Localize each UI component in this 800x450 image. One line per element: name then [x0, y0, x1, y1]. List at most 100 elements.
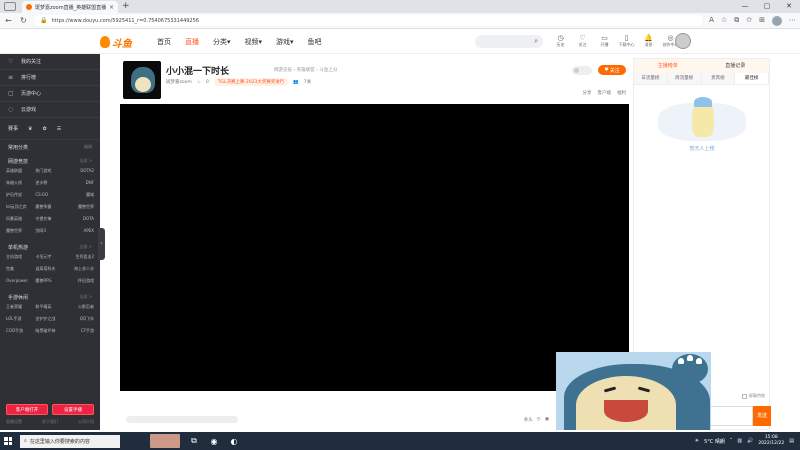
- mobile-stream-button[interactable]: 设置手播: [52, 404, 94, 415]
- sidebar-item-webgames[interactable]: ▢ 页游中心: [0, 86, 100, 102]
- benefit-button[interactable]: 福利: [617, 90, 626, 96]
- minimize-button[interactable]: —: [734, 0, 756, 13]
- edit-link[interactable]: 编辑: [84, 144, 92, 150]
- tray-expand-icon[interactable]: ˄: [730, 438, 733, 444]
- category-link[interactable]: 魔域: [65, 192, 94, 198]
- category-link[interactable]: COD手游: [6, 328, 35, 334]
- read-aloud-icon[interactable]: A: [709, 16, 714, 26]
- streamer-avatar[interactable]: [123, 61, 161, 99]
- collections-icon[interactable]: ⧉: [734, 16, 739, 26]
- category-link[interactable]: 炉石传说: [6, 192, 35, 198]
- category-link[interactable]: 和平精英: [35, 304, 64, 310]
- event-tag[interactable]: TGL决赛上赛 2023大奖赛奖进行: [213, 78, 289, 86]
- category-link[interactable]: DOTA: [65, 216, 94, 222]
- nav-home[interactable]: 首页: [157, 37, 171, 47]
- floating-video[interactable]: [556, 352, 711, 430]
- see-all-link[interactable]: 全部 >: [79, 244, 92, 250]
- clock[interactable]: 15:08 2022/12/22: [758, 435, 784, 447]
- category-link[interactable]: 魔兽争霸: [35, 204, 64, 210]
- favorite-star-icon[interactable]: ☆: [721, 16, 727, 26]
- see-all-link[interactable]: 全部 >: [79, 158, 92, 164]
- category-link[interactable]: 守望先锋: [35, 216, 64, 222]
- video-player[interactable]: [120, 104, 629, 391]
- close-window-button[interactable]: ✕: [778, 0, 800, 13]
- category-link[interactable]: APEX: [65, 228, 94, 234]
- category-link[interactable]: 怀旧游戏: [65, 278, 94, 284]
- browser-tab[interactable]: 斑梦嘉zoom直播_英雄联盟直播 ×: [22, 1, 118, 13]
- follow-button[interactable]: ♡ 关注: [574, 34, 591, 48]
- category-link[interactable]: CF手游: [65, 328, 94, 334]
- category-link[interactable]: 海上求人亦: [65, 266, 94, 272]
- back-icon[interactable]: ←: [4, 16, 13, 25]
- nav-games[interactable]: 游戏▾: [276, 37, 294, 47]
- category-link[interactable]: DOTA2: [65, 168, 94, 174]
- flower-icon[interactable]: ✿: [43, 126, 47, 132]
- esports-link[interactable]: 赛事: [8, 125, 18, 132]
- footer-link[interactable]: 直播设置: [6, 419, 22, 425]
- notifications-icon[interactable]: ▤: [789, 438, 794, 444]
- nav-live[interactable]: 直播: [185, 37, 199, 47]
- more-icon[interactable]: ⋯: [789, 16, 796, 26]
- sidebar-item-cloudgame[interactable]: ◌ 云游戏: [0, 102, 100, 118]
- bar-button[interactable]: 条头: [524, 417, 533, 423]
- gift-bar[interactable]: [126, 416, 238, 423]
- favorites-icon[interactable]: ✩: [746, 16, 752, 26]
- tab-live-record[interactable]: 直播记录: [702, 59, 770, 73]
- send-button[interactable]: 发送: [753, 406, 771, 426]
- category-link[interactable]: CS:GO: [35, 192, 64, 198]
- clock-icon[interactable]: ◷: [537, 417, 541, 423]
- category-link[interactable]: 魔兽RPG: [35, 278, 64, 284]
- new-tab-button[interactable]: +: [122, 1, 130, 12]
- tab-close-icon[interactable]: ×: [109, 4, 114, 11]
- streamer-name[interactable]: 斑梦嘉zoom: [166, 79, 192, 85]
- chrome-icon[interactable]: ◉: [208, 437, 220, 446]
- download-button[interactable]: ▯ 下载中心: [618, 34, 635, 48]
- category-link[interactable]: Overpower: [6, 278, 35, 284]
- category-link[interactable]: 王者荣耀: [6, 304, 35, 310]
- follow-streamer-button[interactable]: ♥ 关注: [598, 65, 626, 75]
- messages-button[interactable]: 🔔 消息: [640, 34, 657, 48]
- refresh-icon[interactable]: ↻: [19, 16, 28, 25]
- douyu-logo[interactable]: 斗鱼: [100, 35, 132, 50]
- start-button[interactable]: [0, 432, 16, 450]
- category-link[interactable]: 风暴英雄: [6, 216, 35, 222]
- search-icon[interactable]: ⌕: [534, 37, 538, 46]
- chat-input[interactable]: [709, 406, 753, 426]
- footer-link[interactable]: 公司介绍: [78, 419, 94, 425]
- pinned-app-thumbnail[interactable]: [150, 434, 180, 448]
- task-view-icon[interactable]: ⧉: [188, 436, 200, 446]
- user-avatar[interactable]: [675, 33, 691, 49]
- profile-icon[interactable]: [772, 15, 782, 26]
- crown-icon[interactable]: ♛: [28, 126, 32, 132]
- sidebar-item-ranking[interactable]: ≡ 排行榜: [0, 70, 100, 86]
- extensions-icon[interactable]: ⊞: [759, 16, 765, 26]
- category-link[interactable]: 穿越火线: [6, 180, 35, 186]
- nav-video[interactable]: 视频▾: [245, 37, 263, 47]
- mode-toggle[interactable]: [572, 65, 592, 75]
- site-search-input[interactable]: ⌕: [475, 35, 543, 48]
- block-effects-checkbox[interactable]: 屏蔽特效: [742, 393, 765, 399]
- volume-icon[interactable]: 🔊: [747, 438, 753, 444]
- category-link[interactable]: QQ飞车: [65, 316, 94, 322]
- category-link[interactable]: LOL手游: [6, 316, 35, 322]
- menu-icon[interactable]: ☰: [57, 126, 61, 132]
- tab-vip[interactable]: 贵宾榜: [701, 73, 736, 84]
- footer-link[interactable]: 关于我们: [42, 419, 58, 425]
- category-link[interactable]: 剑网3: [35, 228, 64, 234]
- nav-yuba[interactable]: 鱼吧: [308, 37, 322, 47]
- category-link[interactable]: lol云顶之弈: [6, 204, 35, 210]
- tab-actions-icon[interactable]: [4, 2, 16, 11]
- network-icon[interactable]: ▥: [737, 438, 742, 444]
- category-link[interactable]: 热门游戏: [35, 168, 64, 174]
- address-bar[interactable]: 🔒 https://www.douyu.com/5925411_r=0.7540…: [34, 15, 704, 26]
- maximize-button[interactable]: ▢: [756, 0, 778, 13]
- history-button[interactable]: ◷ 历史: [552, 34, 569, 48]
- category-link[interactable]: 卡坦元宇: [35, 254, 64, 260]
- start-stream-button[interactable]: ▭ 开播: [596, 34, 613, 48]
- category-link[interactable]: 火影忍者: [65, 304, 94, 310]
- category-link[interactable]: 完美: [6, 266, 35, 272]
- nav-category[interactable]: 分类▾: [213, 37, 231, 47]
- weather-text[interactable]: 5°C 晴朗: [704, 438, 725, 445]
- share-button[interactable]: 分享: [583, 90, 592, 96]
- edge-icon[interactable]: ◐: [228, 437, 240, 446]
